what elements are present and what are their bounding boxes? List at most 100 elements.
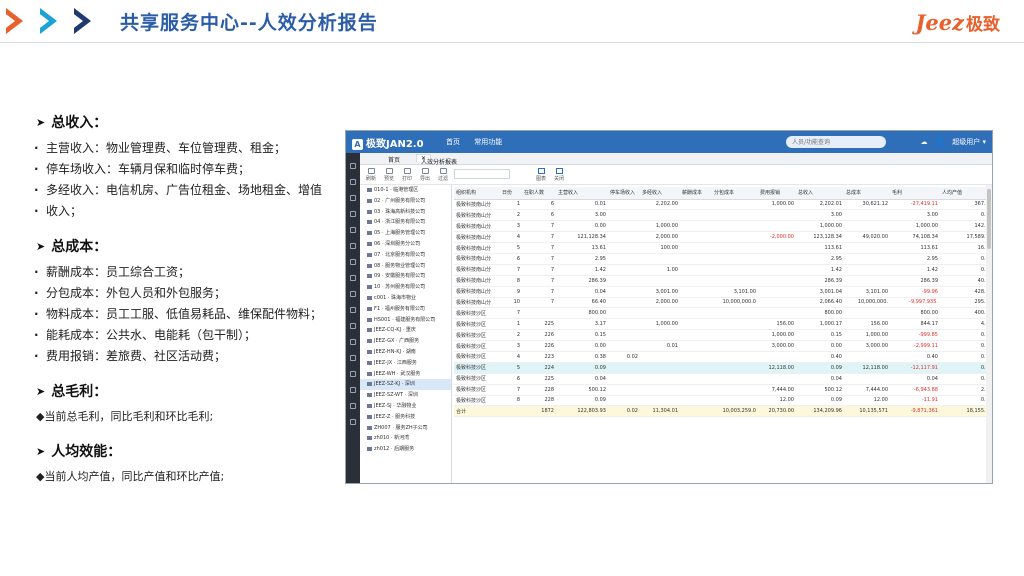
- column-header[interactable]: 组织机构: [454, 187, 500, 200]
- table-row[interactable]: 极致科技沙区62250.040.040.040.00: [454, 373, 992, 385]
- table-cell: 1: [500, 199, 522, 211]
- table-row[interactable]: 极致科技南山分672.952.952.950.42: [454, 253, 992, 265]
- table-row[interactable]: 极致科技沙区 7 228 500.12 7,444.00 500.12 7,444.00 -6…: [454, 384, 992, 396]
- column-header[interactable]: 总收入: [796, 187, 844, 200]
- table-row[interactable]: 极致科技南山分 8 7 286.39 286.39 286.39 40.91: [454, 275, 992, 287]
- tree-item[interactable]: 04 · 浙江服务有限公司: [360, 217, 451, 228]
- shield-icon[interactable]: [350, 371, 356, 377]
- tree-item[interactable]: JEEZ-SZ-KJ · 深圳: [360, 379, 451, 391]
- tree-item[interactable]: zh010 · 新河湾: [360, 433, 451, 444]
- table-row[interactable]: 极致科技沙区 3 226 0.00 0.01 3,000.00 0.00 3,000.00 -2…: [454, 340, 992, 352]
- grid-scrollbar[interactable]: [986, 185, 992, 483]
- bell-icon[interactable]: [350, 355, 356, 361]
- tree-item[interactable]: JEEZ-Z · 服务科技: [360, 412, 451, 423]
- column-header[interactable]: 费用报销: [758, 187, 796, 200]
- money-icon[interactable]: [350, 291, 356, 297]
- tool-icon[interactable]: [350, 403, 356, 409]
- table-row[interactable]: 极致科技南山分 4 7 121,128.34 2,000.00 -2,000.00 123,…: [454, 231, 992, 244]
- chart-icon[interactable]: [350, 195, 356, 201]
- column-header[interactable]: 日份: [500, 187, 522, 200]
- toolbar-search-input[interactable]: [454, 169, 510, 179]
- tree-item[interactable]: 10 · 苏州服务有限公司: [360, 282, 451, 293]
- table-row[interactable]: 极致科技南山分 5 7 13.61 100.00 113.61 113.61 16.23: [454, 242, 992, 254]
- refresh-button[interactable]: 刷新: [366, 168, 376, 182]
- tab-home[interactable]: 首页: [388, 155, 400, 164]
- tree-item[interactable]: JEEZ-JX · 江西服务: [360, 358, 451, 369]
- preview-button[interactable]: 预览: [384, 168, 394, 182]
- total-row[interactable]: 合计 1872 122,803.93 0.02 11,304.01 10,003,259.…: [454, 405, 992, 418]
- print-button[interactable]: 打印: [402, 168, 412, 182]
- tree-item[interactable]: F1 · 福州服务有限公司: [360, 304, 451, 315]
- tree-item[interactable]: zh012 · 后期服务: [360, 444, 451, 455]
- tree-item[interactable]: 010-1 · 临港管理区: [360, 185, 451, 196]
- link-icon[interactable]: [350, 387, 356, 393]
- table-row[interactable]: 极致科技沙区 7 800.00 800.00 800.00 400.00: [454, 307, 992, 320]
- tree-item[interactable]: 03 · 珠海高新科技公司: [360, 207, 451, 218]
- tree-item[interactable]: 07 · 北京服务有限公司: [360, 250, 451, 261]
- column-header[interactable]: 多经收入: [640, 187, 680, 200]
- tree-item[interactable]: 09 · 安徽服务有限公司: [360, 271, 451, 282]
- section-heading: 总收入：: [51, 115, 108, 131]
- filter-button[interactable]: 过滤: [438, 168, 448, 182]
- chart-button[interactable]: 图表: [536, 168, 546, 182]
- box-icon[interactable]: [350, 323, 356, 329]
- nav-favorites[interactable]: 常用功能: [474, 138, 502, 146]
- table-row[interactable]: 极致科技南山分 3 7 0.00 1,000.00 1,000.00 1,000.00 142…: [454, 220, 992, 233]
- share-icon[interactable]: [350, 259, 356, 265]
- table-row[interactable]: 极致科技沙区42230.380.020.400.400.00: [454, 351, 992, 363]
- tab-report[interactable]: 人效分析报表 ✕: [416, 154, 457, 166]
- table-row[interactable]: 极致科技沙区 2 226 0.15 1,000.00 0.15 1,000.00 -999.8…: [454, 329, 992, 342]
- column-header[interactable]: 毛利: [890, 187, 940, 200]
- column-header[interactable]: 分包成本: [712, 187, 758, 200]
- app-user-menu[interactable]: ☁ 👤 超级用户 ▾: [921, 137, 986, 147]
- tree-item[interactable]: c001 · 珠海市物业: [360, 293, 451, 304]
- gear-icon[interactable]: [350, 419, 356, 425]
- tree-item[interactable]: JEEZ-SJ · 华融物业: [360, 401, 451, 412]
- table-cell: -27,419.11: [890, 199, 940, 211]
- column-header[interactable]: 主营收入: [556, 187, 608, 200]
- table-cell: 0.40: [796, 351, 844, 363]
- table-cell: 7: [522, 286, 556, 298]
- cloud-icon[interactable]: ☁: [921, 138, 928, 146]
- table-row[interactable]: 极致科技南山分 1 6 0.01 2,202.00 1,000.00 2,202.01 30,…: [454, 199, 992, 211]
- app-search-input[interactable]: [786, 136, 886, 148]
- app-logo[interactable]: A 极致JAN2.0: [352, 135, 424, 150]
- report-icon[interactable]: [350, 243, 356, 249]
- column-header[interactable]: 在职人数: [522, 187, 556, 200]
- doc-icon[interactable]: [350, 179, 356, 185]
- column-header[interactable]: 停车场收入: [608, 187, 640, 200]
- slide-header: 共享服务中心--人效分析报告 Jeez 极致: [0, 0, 1024, 42]
- column-header[interactable]: 薪酬成本: [680, 187, 712, 200]
- nav-home[interactable]: 首页: [446, 138, 460, 146]
- table-cell: 7: [522, 264, 556, 276]
- table-row[interactable]: 极致科技沙区 5 224 0.09 12,118.00 0.09 12,118.00 -12,…: [454, 362, 992, 374]
- table-row[interactable]: 极致科技南山分771.421.001.421.420.20: [454, 264, 992, 276]
- user-icon[interactable]: [350, 211, 356, 217]
- tree-item[interactable]: JEEZ-HN-KJ · 湖南: [360, 347, 451, 358]
- tree-item[interactable]: HS001 · 福建服务有限公司: [360, 315, 451, 326]
- tree-item[interactable]: ZH007 · 服务ZH子公司: [360, 423, 451, 434]
- table-row[interactable]: 极致科技南山分 10 7 66.40 2,000.00 10,000,000.0 2,066…: [454, 297, 992, 309]
- table-row[interactable]: 极致科技沙区82280.0912.000.0912.00-11.910.00: [454, 395, 992, 407]
- table-row[interactable]: 极致科技南山分 9 7 0.04 3,001.00 3,101.00 3,001.04 3,1…: [454, 286, 992, 298]
- tree-item[interactable]: 02 · 广州服务有限公司: [360, 196, 451, 207]
- column-header[interactable]: 总成本: [844, 187, 890, 200]
- calendar-icon[interactable]: [350, 275, 356, 281]
- folder-icon[interactable]: [350, 227, 356, 233]
- table-row[interactable]: 极致科技沙区 1 225 3.17 1,000.00 156.00 1,000.17 156.…: [454, 318, 992, 331]
- tree-item[interactable]: JEEZ-GX · 广西服务: [360, 336, 451, 347]
- list-icon[interactable]: [350, 307, 356, 313]
- table-cell: 1,000.17: [796, 318, 844, 331]
- tag-icon[interactable]: [350, 339, 356, 345]
- tree-item[interactable]: 05 · 上海服务管理公司: [360, 228, 451, 239]
- tree-item[interactable]: JEEZ-WH · 武汉服务: [360, 369, 451, 380]
- tree-item[interactable]: 08 · 服务物业管理公司: [360, 261, 451, 272]
- tree-item[interactable]: JEEZ-SZ-WT · 深圳: [360, 390, 451, 401]
- close-button[interactable]: 关闭: [554, 168, 564, 182]
- table-cell: 0.00: [556, 220, 608, 233]
- tree-item[interactable]: JEEZ-CQ-KJ · 重庆: [360, 325, 451, 336]
- table-row[interactable]: 极致科技南山分263.003.003.000.50: [454, 209, 992, 222]
- tree-item[interactable]: 06 · 深圳服务分公司: [360, 239, 451, 250]
- export-button[interactable]: 导出: [420, 168, 430, 182]
- menu-icon[interactable]: [350, 163, 356, 169]
